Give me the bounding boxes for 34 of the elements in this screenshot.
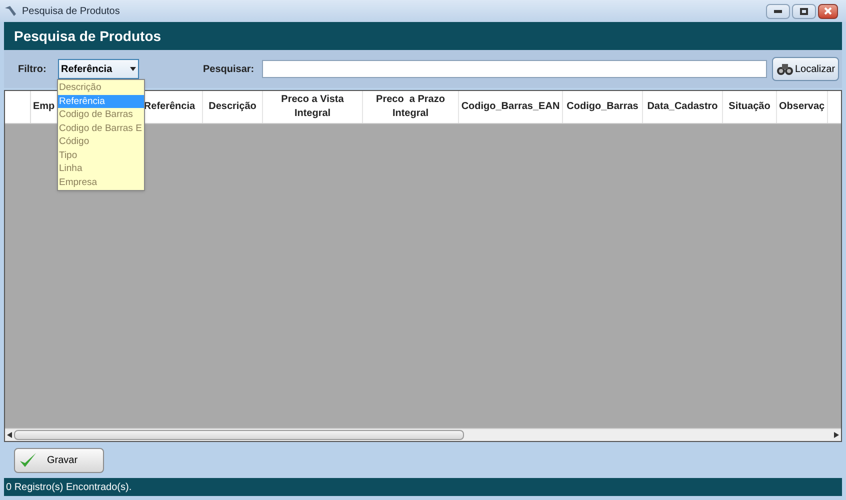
- dropdown-option[interactable]: Codigo de Barras E: [58, 122, 144, 135]
- header-title: Pesquisa de Produtos: [14, 26, 162, 46]
- checkmark-icon: [19, 452, 37, 468]
- search-field[interactable]: [262, 60, 767, 78]
- search-button[interactable]: Localizar: [772, 57, 840, 81]
- dropdown-option[interactable]: Linha: [58, 162, 144, 176]
- scrollbar-thumb[interactable]: [14, 430, 464, 440]
- dropdown-option[interactable]: Tipo: [58, 148, 144, 162]
- binoculars-icon: [776, 62, 794, 76]
- save-button[interactable]: Gravar: [14, 448, 104, 472]
- close-button[interactable]: [818, 4, 838, 18]
- caret-icon: [130, 67, 136, 71]
- column-header[interactable]: Descrição: [203, 91, 263, 123]
- scroll-right-arrow-icon[interactable]: [834, 432, 839, 438]
- column-header[interactable]: Codigo_Barras_EAN: [459, 91, 563, 123]
- window-title: Pesquisa de Produtos: [22, 4, 120, 18]
- column-header[interactable]: Observaç: [777, 91, 828, 123]
- filter-label: Filtro:: [18, 62, 48, 76]
- scroll-left-arrow-icon[interactable]: [7, 432, 12, 438]
- close-icon: [824, 7, 832, 15]
- horizontal-scrollbar[interactable]: [5, 428, 841, 441]
- column-header[interactable]: Data_Cadastro: [643, 91, 723, 123]
- column-header[interactable]: Codigo_Barras: [563, 91, 643, 123]
- column-header[interactable]: Preco a Vista Integral: [263, 91, 363, 123]
- dropdown-option[interactable]: Código: [58, 135, 144, 148]
- minimize-button[interactable]: [766, 4, 790, 18]
- app-icon: [4, 5, 18, 17]
- dropdown-option[interactable]: Empresa: [58, 176, 144, 189]
- status-text: 0 Registro(s) Encontrado(s).: [6, 480, 132, 494]
- search-label: Pesquisar:: [203, 62, 256, 76]
- maximize-button[interactable]: [792, 4, 816, 18]
- column-header[interactable]: Preco a Prazo Integral: [363, 91, 459, 123]
- column-header[interactable]: Situação: [723, 91, 777, 123]
- filter-dropdown[interactable]: Referência: [58, 59, 139, 79]
